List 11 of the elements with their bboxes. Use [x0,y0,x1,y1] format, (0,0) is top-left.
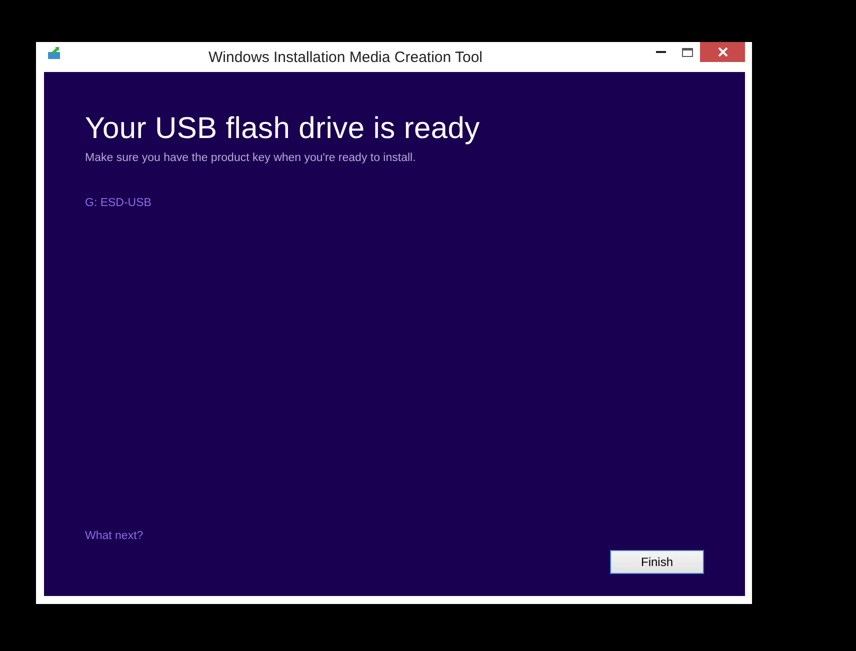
maximize-icon [682,48,692,56]
window-title: Windows Installation Media Creation Tool [207,48,484,66]
usb-drive-icon [47,46,61,60]
what-next-link[interactable]: What next? [85,530,144,542]
finish-button[interactable]: Finish [610,550,704,574]
subtitle: Make sure you have the product key when you're ready to install. [85,152,417,164]
minimize-icon [656,50,666,54]
close-icon [718,47,728,57]
close-button[interactable] [700,42,745,62]
drive-link[interactable]: G: ESD-USB [85,197,152,209]
heading: Your USB flash drive is ready [85,112,481,146]
